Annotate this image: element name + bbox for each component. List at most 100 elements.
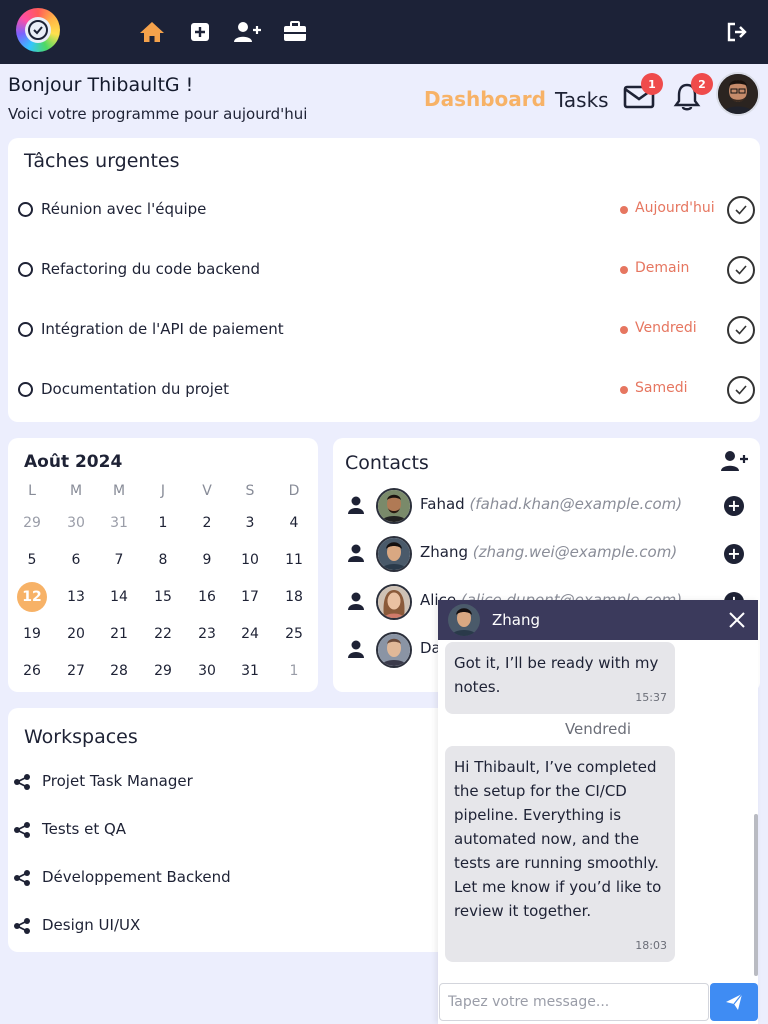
calendar-day[interactable]: 16 (189, 582, 225, 612)
workspace-item[interactable]: Développement Backend (8, 858, 428, 898)
task-status-circle[interactable] (18, 322, 33, 337)
calendar-day[interactable]: 13 (58, 582, 94, 612)
add-contact-button[interactable]: + (724, 496, 744, 516)
workspace-label: Tests et QA (42, 820, 127, 838)
chat-day-separator: Vendredi (564, 720, 632, 738)
calendar-month-title: Août 2024 (24, 452, 123, 472)
share-nodes-icon (14, 918, 30, 938)
task-date: Aujourd'hui (635, 200, 715, 216)
task-date: Demain (635, 260, 690, 276)
calendar-day[interactable]: 24 (232, 619, 268, 649)
task-date: Vendredi (635, 320, 697, 336)
chat-message-input[interactable] (439, 983, 709, 1021)
complete-task-button[interactable] (727, 316, 755, 344)
mail-badge: 1 (641, 73, 663, 95)
calendar-day[interactable]: 30 (58, 508, 94, 538)
contact-name-line: Fahad (fahad.khan@example.com) (420, 495, 682, 513)
calendar-day[interactable]: 18 (276, 582, 312, 612)
task-status-circle[interactable] (18, 382, 33, 397)
contact-row: Zhang (zhang.wei@example.com) + (333, 530, 760, 578)
contact-avatar[interactable] (376, 584, 412, 620)
calendar-day[interactable]: 15 (145, 582, 181, 612)
calendar-day[interactable]: 1 (276, 656, 312, 686)
calendar-day[interactable]: 21 (101, 619, 137, 649)
add-square-icon[interactable] (186, 18, 214, 46)
close-icon[interactable] (727, 610, 747, 634)
complete-task-button[interactable] (727, 376, 755, 404)
calendar-day[interactable]: 28 (101, 656, 137, 686)
chat-message-text: Hi Thibault, I’ve completed the setup fo… (454, 758, 662, 920)
calendar-day[interactable]: 10 (232, 545, 268, 575)
task-status-circle[interactable] (18, 202, 33, 217)
calendar-day[interactable]: 9 (189, 545, 225, 575)
workspace-label: Développement Backend (42, 868, 231, 886)
task-row: Refactoring du code backend Demain (8, 250, 760, 290)
nav-dashboard-link[interactable]: Dashboard (424, 87, 546, 111)
contact-avatar[interactable] (376, 536, 412, 572)
person-icon (347, 592, 365, 614)
contacts-title: Contacts (345, 452, 429, 474)
logo-icon[interactable] (16, 8, 60, 52)
chat-message: Got it, I’ll be ready with my notes. 15:… (445, 642, 675, 714)
person-icon (347, 496, 365, 518)
calendar-weekday: M (69, 483, 83, 499)
contact-name: Zhang (420, 543, 469, 561)
calendar-day[interactable]: 31 (232, 656, 268, 686)
calendar-day[interactable]: 4 (276, 508, 312, 538)
calendar-day[interactable]: 3 (232, 508, 268, 538)
check-icon (735, 385, 747, 395)
complete-task-button[interactable] (727, 196, 755, 224)
user-avatar[interactable] (716, 72, 760, 116)
logout-icon[interactable] (724, 18, 752, 46)
calendar-day[interactable]: 2 (189, 508, 225, 538)
calendar-day[interactable]: 7 (101, 545, 137, 575)
calendar-day[interactable]: 12 (14, 582, 50, 612)
calendar-day[interactable]: 29 (145, 656, 181, 686)
calendar-day[interactable]: 22 (145, 619, 181, 649)
briefcase-icon[interactable] (281, 18, 309, 46)
workspaces-card: Workspaces Projet Task Manager Tests et … (8, 708, 448, 952)
add-user-icon[interactable] (234, 18, 262, 46)
calendar-day[interactable]: 1 (145, 508, 181, 538)
task-date-dot (620, 206, 628, 214)
calendar-day[interactable]: 20 (58, 619, 94, 649)
chat-header: Zhang (438, 600, 758, 640)
workspace-label: Projet Task Manager (42, 772, 193, 790)
calendar-day[interactable]: 8 (145, 545, 181, 575)
check-icon (735, 325, 747, 335)
calendar-day[interactable]: 30 (189, 656, 225, 686)
complete-task-button[interactable] (727, 256, 755, 284)
add-contact-button[interactable]: + (724, 544, 744, 564)
task-status-circle[interactable] (18, 262, 33, 277)
nav-tasks-link[interactable]: Tasks (555, 88, 609, 112)
calendar-day[interactable]: 26 (14, 656, 50, 686)
share-nodes-icon (14, 774, 30, 794)
calendar-weekday: D (288, 483, 300, 499)
calendar-day[interactable]: 23 (189, 619, 225, 649)
workspace-item[interactable]: Design UI/UX (8, 906, 428, 946)
task-date-dot (620, 266, 628, 274)
contact-avatar[interactable] (376, 632, 412, 668)
calendar-day[interactable]: 11 (276, 545, 312, 575)
home-icon[interactable] (138, 18, 166, 46)
calendar-day[interactable]: 27 (58, 656, 94, 686)
send-button[interactable] (710, 983, 758, 1021)
calendar-day[interactable]: 14 (101, 582, 137, 612)
workspaces-title: Workspaces (24, 726, 138, 748)
chat-message-time: 18:03 (635, 939, 667, 952)
calendar-day[interactable]: 31 (101, 508, 137, 538)
calendar-day[interactable]: 17 (232, 582, 268, 612)
calendar-day[interactable]: 25 (276, 619, 312, 649)
add-contact-icon[interactable] (721, 450, 749, 476)
chat-scrollbar[interactable] (754, 814, 758, 976)
calendar-day[interactable]: 29 (14, 508, 50, 538)
contact-avatar[interactable] (376, 488, 412, 524)
share-nodes-icon (14, 822, 30, 842)
calendar-weekday: L (28, 483, 36, 499)
workspace-item[interactable]: Projet Task Manager (8, 762, 428, 802)
calendar-day[interactable]: 5 (14, 545, 50, 575)
task-row: Documentation du projet Samedi (8, 370, 760, 410)
calendar-day[interactable]: 6 (58, 545, 94, 575)
workspace-item[interactable]: Tests et QA (8, 810, 428, 850)
calendar-day[interactable]: 19 (14, 619, 50, 649)
